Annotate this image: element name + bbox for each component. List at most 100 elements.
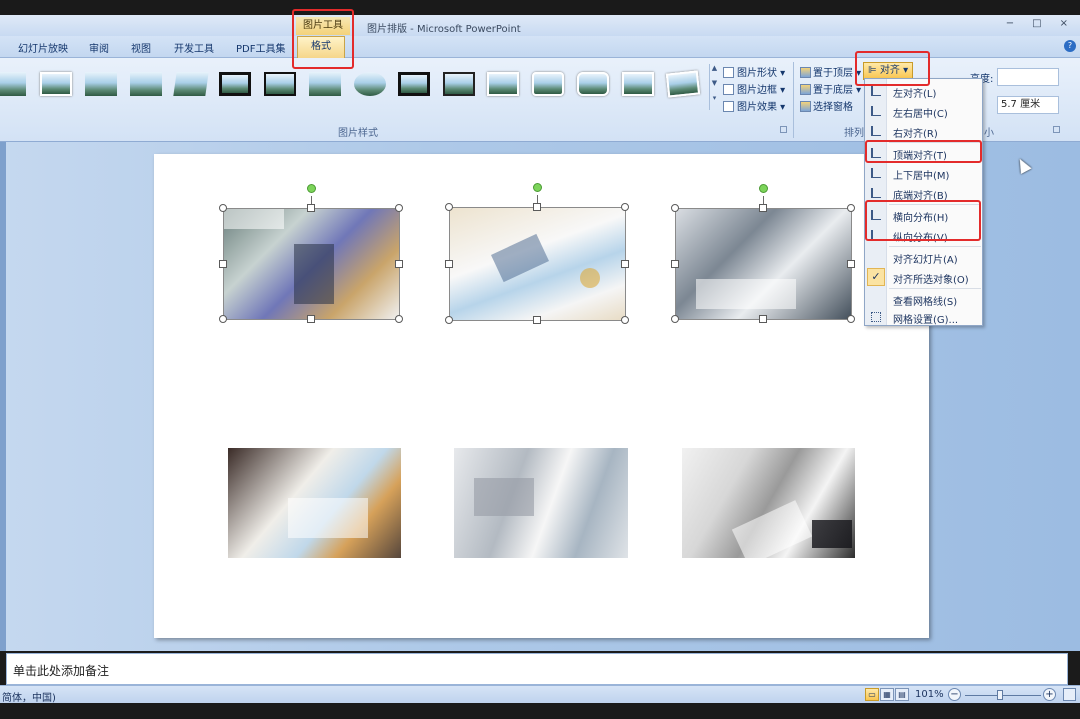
menu-item-align-middle[interactable]: 上下居中(M)	[865, 163, 982, 183]
resize-handle[interactable]	[847, 204, 855, 212]
menu-item-align-selected-objects[interactable]: ✓ 对齐所选对象(O)	[865, 267, 982, 287]
resize-handle[interactable]	[395, 260, 403, 268]
picture-effects-button[interactable]: 图片效果 ▾	[723, 98, 785, 113]
minimize-button[interactable]: −	[1006, 18, 1014, 29]
bottom-black-border	[0, 703, 1080, 719]
menu-item-distribute-vertically[interactable]: 纵向分布(V)	[865, 225, 982, 245]
ribbon-tab-bar: 幻灯片放映 审阅 视图 开发工具 PDF工具集 格式 ?	[0, 36, 1080, 58]
fit-to-window-icon[interactable]	[1063, 688, 1076, 701]
menu-item-align-right[interactable]: 右对齐(R)	[865, 121, 982, 141]
picture-styles-launcher-icon[interactable]	[780, 126, 787, 133]
resize-handle[interactable]	[395, 315, 403, 323]
zoom-slider-track[interactable]	[965, 695, 1041, 696]
resize-handle[interactable]	[395, 204, 403, 212]
rotate-handle[interactable]	[307, 184, 316, 193]
resize-handle[interactable]	[847, 260, 855, 268]
help-icon[interactable]: ?	[1064, 40, 1076, 52]
normal-view-icon[interactable]: ▭	[865, 688, 879, 701]
rotate-handle[interactable]	[759, 184, 768, 193]
style-thumb[interactable]	[264, 72, 296, 96]
style-thumb[interactable]	[130, 72, 162, 96]
tab-slideshow[interactable]: 幻灯片放映	[18, 40, 68, 55]
scroll-up-icon[interactable]: ▲	[710, 64, 719, 79]
resize-handle[interactable]	[219, 204, 227, 212]
photo-tablet-meeting[interactable]	[450, 208, 625, 320]
resize-handle[interactable]	[219, 260, 227, 268]
style-thumb[interactable]	[85, 72, 117, 96]
style-thumb[interactable]	[398, 72, 430, 96]
close-button[interactable]: ×	[1060, 18, 1068, 29]
resize-handle[interactable]	[847, 315, 855, 323]
slide-sorter-view-icon[interactable]: ▦	[880, 688, 894, 701]
menu-item-align-bottom[interactable]: 底端对齐(B)	[865, 183, 982, 203]
style-thumb[interactable]	[622, 72, 654, 96]
size-launcher-icon[interactable]	[1053, 126, 1060, 133]
style-thumb[interactable]	[443, 72, 475, 96]
slide-canvas[interactable]	[154, 154, 929, 638]
height-field[interactable]	[997, 68, 1059, 86]
menu-item-distribute-horizontally[interactable]: 横向分布(H)	[865, 205, 982, 225]
style-thumb[interactable]	[173, 72, 209, 96]
resize-handle[interactable]	[533, 316, 541, 324]
gallery-more-icon[interactable]: ▾	[710, 94, 719, 109]
style-thumb[interactable]	[532, 72, 564, 96]
zoom-percent[interactable]: 101%	[915, 689, 944, 700]
tab-developer[interactable]: 开发工具	[174, 40, 214, 55]
photo-contract-signing[interactable]	[228, 448, 401, 558]
slideshow-view-icon[interactable]: ▤	[895, 688, 909, 701]
menu-item-align-to-slide[interactable]: 对齐幻灯片(A)	[865, 247, 982, 267]
menu-item-align-top[interactable]: 顶端对齐(T)	[865, 143, 982, 163]
style-thumb[interactable]	[665, 70, 701, 98]
photo-business-discussion[interactable]	[676, 209, 851, 319]
photo-keyboard-phone[interactable]	[682, 448, 855, 558]
zoom-in-button[interactable]: +	[1043, 688, 1056, 701]
zoom-slider-thumb[interactable]	[997, 690, 1003, 700]
resize-handle[interactable]	[621, 203, 629, 211]
tab-view[interactable]: 视图	[131, 40, 151, 55]
style-thumb[interactable]	[219, 72, 251, 96]
bring-front-icon	[800, 67, 811, 78]
resize-handle[interactable]	[219, 315, 227, 323]
photo-laptop-doctor[interactable]	[454, 448, 628, 558]
resize-handle[interactable]	[671, 204, 679, 212]
send-to-back-button[interactable]: 置于底层 ▾	[800, 81, 861, 96]
tab-format[interactable]: 格式	[297, 36, 345, 58]
menu-item-align-center[interactable]: 左右居中(C)	[865, 101, 982, 121]
resize-handle[interactable]	[445, 203, 453, 211]
notes-pane[interactable]: 单击此处添加备注	[6, 653, 1068, 685]
photo-office-desk[interactable]	[224, 209, 399, 319]
picture-shape-button[interactable]: 图片形状 ▾	[723, 64, 785, 79]
style-thumb[interactable]	[487, 72, 519, 96]
tab-review[interactable]: 审阅	[89, 40, 109, 55]
style-thumb[interactable]	[0, 72, 26, 96]
resize-handle[interactable]	[533, 203, 541, 211]
menu-item-grid-settings[interactable]: 网格设置(G)...	[865, 307, 982, 327]
resize-handle[interactable]	[759, 204, 767, 212]
resize-handle[interactable]	[671, 260, 679, 268]
resize-handle[interactable]	[759, 315, 767, 323]
menu-item-align-left[interactable]: 左对齐(L)	[865, 81, 982, 101]
bring-to-front-button[interactable]: 置于顶层 ▾	[800, 64, 861, 79]
resize-handle[interactable]	[671, 315, 679, 323]
style-thumb[interactable]	[309, 72, 341, 96]
resize-handle[interactable]	[307, 204, 315, 212]
scroll-down-icon[interactable]: ▼	[710, 79, 719, 94]
resize-handle[interactable]	[621, 260, 629, 268]
width-field[interactable]: 5.7 厘米	[997, 96, 1059, 114]
maximize-button[interactable]: □	[1032, 18, 1041, 29]
selection-pane-icon	[800, 101, 811, 112]
rotate-handle[interactable]	[533, 183, 542, 192]
style-thumb[interactable]	[577, 72, 609, 96]
zoom-out-button[interactable]: −	[948, 688, 961, 701]
resize-handle[interactable]	[307, 315, 315, 323]
menu-item-view-gridlines[interactable]: 查看网格线(S)	[865, 289, 982, 309]
resize-handle[interactable]	[445, 316, 453, 324]
picture-border-button[interactable]: 图片边框 ▾	[723, 81, 785, 96]
style-thumb[interactable]	[354, 72, 386, 96]
tab-pdf-tools[interactable]: PDF工具集	[236, 40, 285, 55]
resize-handle[interactable]	[621, 316, 629, 324]
selection-pane-button[interactable]: 选择窗格	[800, 98, 853, 113]
resize-handle[interactable]	[445, 260, 453, 268]
style-thumb[interactable]	[40, 72, 72, 96]
gallery-scrollbar[interactable]: ▲ ▼ ▾	[709, 64, 719, 110]
